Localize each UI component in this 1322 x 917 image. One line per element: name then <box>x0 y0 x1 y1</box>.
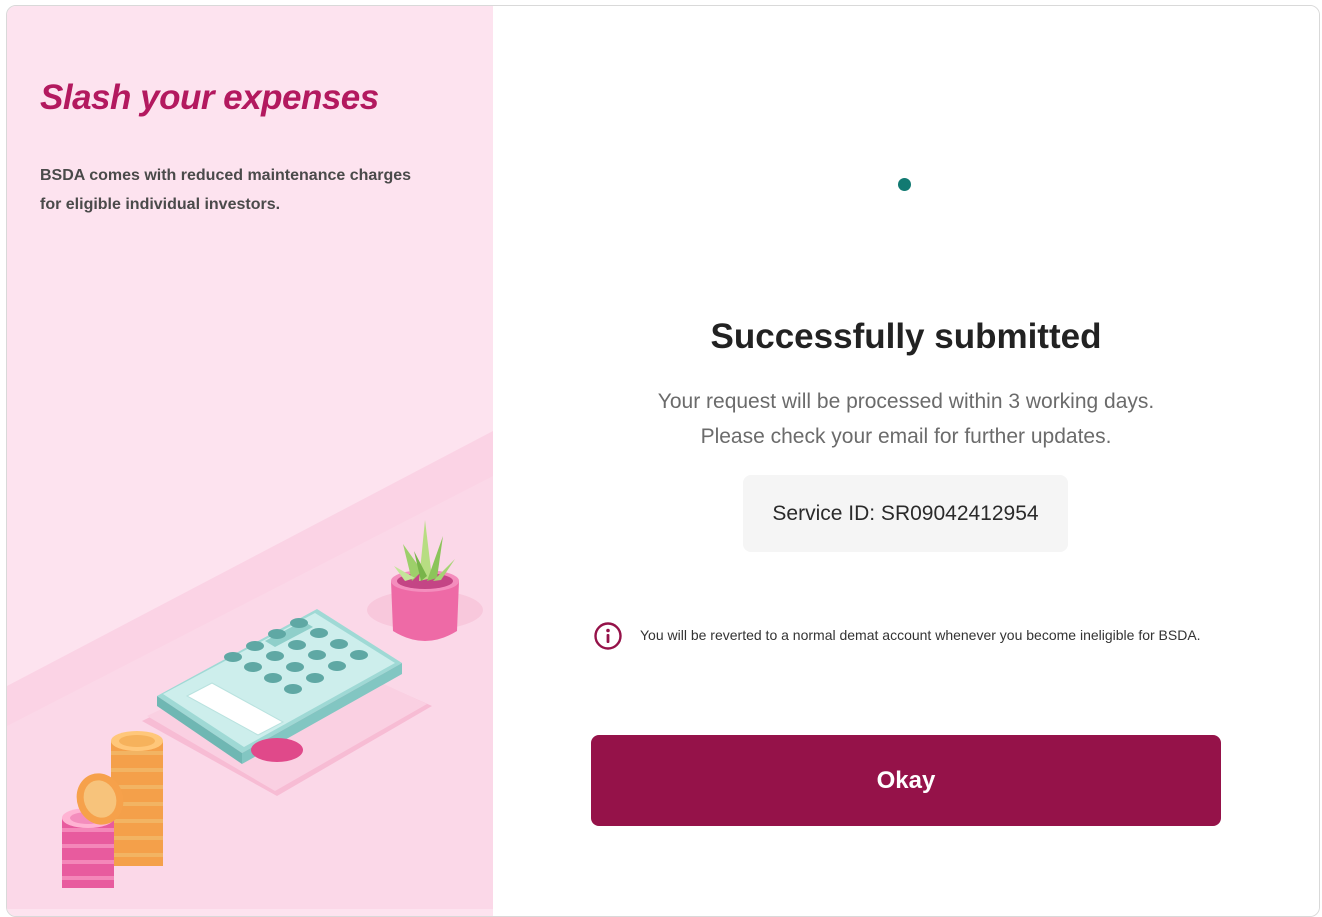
info-note-text: You will be reverted to a normal demat a… <box>640 627 1201 643</box>
success-message-line1: Your request will be processed within 3 … <box>657 390 1155 413</box>
okay-button[interactable]: Okay <box>591 735 1221 826</box>
loader-dot <box>898 178 911 191</box>
info-icon <box>594 622 622 650</box>
success-message-line2: Please check your email for further upda… <box>700 425 1112 448</box>
calculator-coins-illustration <box>62 520 483 888</box>
bsda-success-dialog: Slash your expenses BSDA comes with redu… <box>6 5 1320 917</box>
info-note: You will be reverted to a normal demat a… <box>593 618 1213 652</box>
success-title: Successfully submitted <box>710 317 1102 356</box>
promo-panel: Slash your expenses BSDA comes with redu… <box>7 6 493 916</box>
service-id-text: Service ID: SR09042412954 <box>772 501 1039 525</box>
promo-description: BSDA comes with reduced maintenance char… <box>40 167 412 213</box>
promo-title: Slash your expenses <box>40 78 379 117</box>
status-panel: Successfully submitted Your request will… <box>493 6 1319 916</box>
success-message: Your request will be processed within 3 … <box>493 384 1319 454</box>
service-id-badge: Service ID: SR09042412954 <box>743 475 1068 552</box>
